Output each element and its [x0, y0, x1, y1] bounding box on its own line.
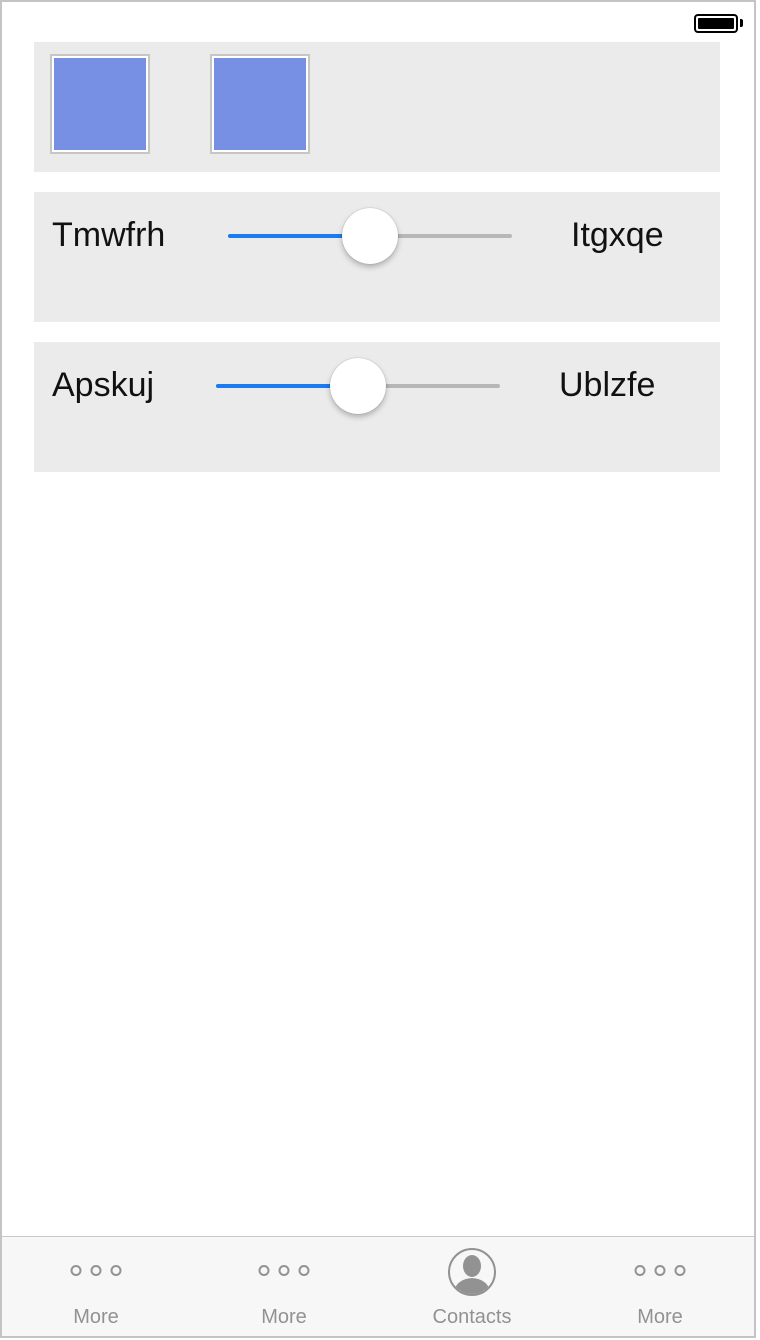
tab-label: Contacts	[432, 1306, 512, 1328]
more-dots-icon	[70, 1265, 122, 1276]
tab-more-2[interactable]: More	[190, 1237, 378, 1336]
tab-more-1[interactable]: More	[2, 1237, 190, 1336]
status-bar	[2, 2, 754, 42]
slider-row-1: Tmwfrh Itgxqe	[34, 192, 720, 322]
tab-more-3[interactable]: More	[566, 1237, 754, 1336]
tab-label: More	[637, 1306, 683, 1328]
tab-contacts[interactable]: Contacts	[378, 1237, 566, 1336]
image-tiles-panel	[34, 42, 720, 172]
slider-min-label: Tmwfrh	[52, 216, 166, 254]
slider-max-label: Ublzfe	[559, 366, 656, 404]
slider-track[interactable]	[228, 208, 512, 264]
app-screen: Tmwfrh Itgxqe Apskuj Ublzfe More More Co…	[0, 0, 756, 1338]
battery-tip	[740, 19, 743, 27]
image-placeholder	[54, 58, 146, 150]
more-dots-icon	[634, 1265, 686, 1276]
tab-bar: More More Contacts More	[2, 1236, 754, 1336]
slider-track[interactable]	[216, 358, 500, 414]
battery-icon	[694, 14, 738, 33]
slider-max-label: Itgxqe	[571, 216, 664, 254]
slider-thumb[interactable]	[330, 358, 386, 414]
image-placeholder	[214, 58, 306, 150]
slider-thumb[interactable]	[342, 208, 398, 264]
more-dots-icon	[258, 1265, 310, 1276]
image-tile[interactable]	[50, 54, 150, 154]
slider-min-label: Apskuj	[52, 366, 155, 404]
tab-label: More	[261, 1306, 307, 1328]
slider-row-2: Apskuj Ublzfe	[34, 342, 720, 472]
contact-person-icon	[447, 1247, 497, 1302]
tab-label: More	[73, 1306, 119, 1328]
image-tile[interactable]	[210, 54, 310, 154]
